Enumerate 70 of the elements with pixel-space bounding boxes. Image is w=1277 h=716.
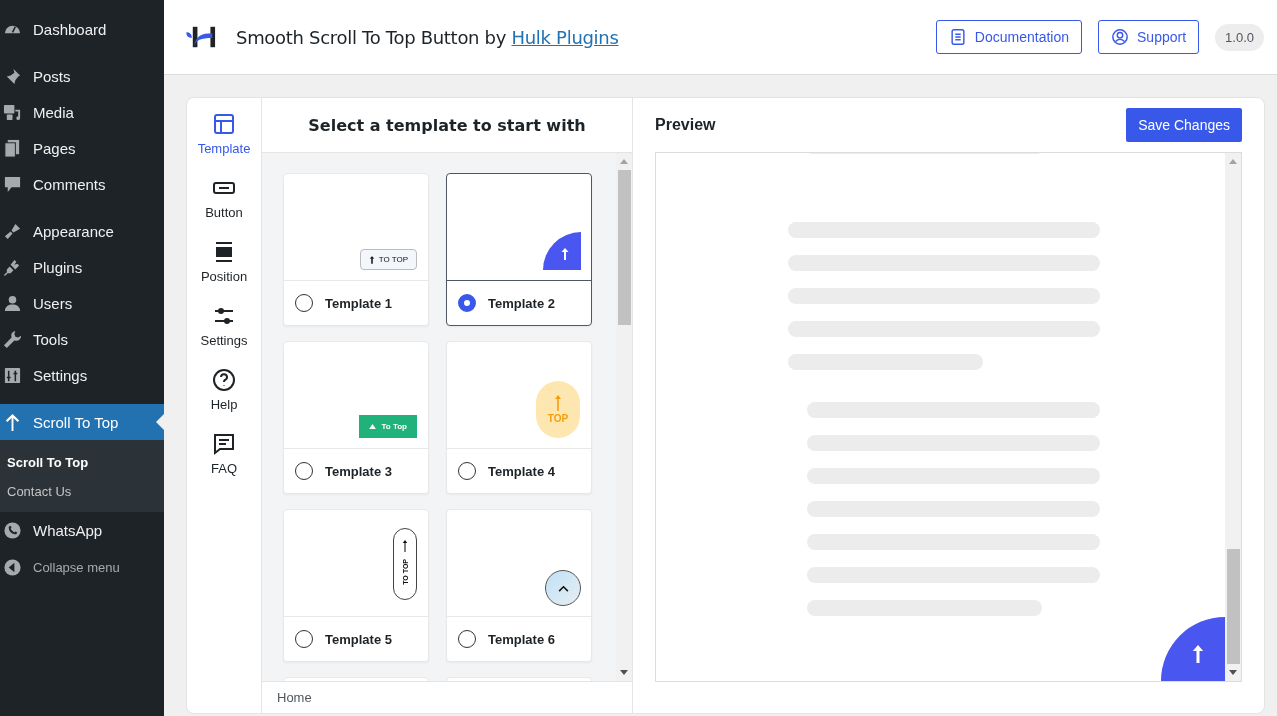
menu-item[interactable]: Scroll To Top xyxy=(0,404,164,440)
save-changes-button[interactable]: Save Changes xyxy=(1126,108,1242,142)
scrollbar[interactable] xyxy=(1225,153,1241,681)
menu-item[interactable]: Dashboard xyxy=(0,11,164,47)
arrow-up-icon xyxy=(402,539,408,553)
template-card[interactable]: Template 2 xyxy=(446,173,592,326)
nav-tab[interactable]: FAQ xyxy=(211,432,237,476)
comment-icon xyxy=(3,174,22,194)
template-card[interactable]: To Top Template 3 xyxy=(283,341,429,494)
template-label: Template 2 xyxy=(488,295,555,311)
to-top-button-sample: To Top xyxy=(358,415,417,438)
media-icon xyxy=(3,102,22,122)
template-card[interactable]: TOP Template 4 xyxy=(446,341,592,494)
document-icon xyxy=(948,28,967,46)
scrollbar[interactable] xyxy=(616,153,632,681)
arrow-up-icon xyxy=(561,248,569,260)
template-label: Template 1 xyxy=(325,295,392,311)
to-top-button-sample: TOP xyxy=(536,381,580,438)
menu-item[interactable]: Comments xyxy=(0,166,164,202)
menu-item[interactable]: Media xyxy=(0,94,164,130)
nav-tab[interactable]: Help xyxy=(210,368,238,412)
chevron-up-icon xyxy=(557,584,569,592)
sliders-icon xyxy=(3,365,22,385)
section-heading: Select a template to start with xyxy=(308,115,586,135)
menu-item[interactable]: Pages xyxy=(0,130,164,166)
template-label: Template 6 xyxy=(488,631,555,647)
arrow-up-icon xyxy=(554,395,562,411)
arrow-up-icon xyxy=(368,255,375,264)
menu-item[interactable]: Appearance xyxy=(0,213,164,249)
collapse-icon xyxy=(3,557,22,577)
radio-button[interactable] xyxy=(458,294,476,312)
wrench-icon xyxy=(3,329,22,349)
user-circle-icon xyxy=(1111,28,1130,46)
template-card[interactable]: Template 6 xyxy=(446,509,592,662)
triangle-up-icon xyxy=(368,424,376,429)
plugin-title: Smooth Scroll To Top Button by Hulk Plugins xyxy=(236,26,619,48)
nav-tab[interactable]: Template xyxy=(197,112,251,156)
menu-item[interactable]: WhatsApp xyxy=(0,512,164,548)
nav-icon xyxy=(212,112,236,136)
nav-tab[interactable]: Button xyxy=(205,176,243,220)
submenu-item[interactable]: Scroll To Top xyxy=(0,448,164,477)
submenu-item[interactable]: Contact Us xyxy=(0,477,164,506)
chat-icon xyxy=(3,520,22,540)
menu-item[interactable]: Plugins xyxy=(0,249,164,285)
nav-tab[interactable]: Position xyxy=(200,240,248,284)
user-icon xyxy=(3,293,22,313)
to-top-button-sample: TO TOP xyxy=(359,249,417,270)
version-badge: 1.0.0 xyxy=(1215,23,1264,51)
collapse-menu-button[interactable]: Collapse menu xyxy=(0,549,164,585)
brush-icon xyxy=(3,221,22,241)
template-label: Template 5 xyxy=(325,631,392,647)
plug-icon xyxy=(3,257,22,277)
menu-item[interactable]: Users xyxy=(0,285,164,321)
hulk-plugins-link[interactable]: Hulk Plugins xyxy=(511,26,619,48)
header-button[interactable]: Documentation xyxy=(935,20,1083,54)
template-card[interactable]: TO TOP Template 1 xyxy=(283,173,429,326)
menu-item[interactable]: Tools xyxy=(0,321,164,357)
nav-icon xyxy=(212,432,236,456)
arrow-icon xyxy=(3,412,22,432)
header-button[interactable]: Support xyxy=(1098,20,1200,54)
template-label: Template 4 xyxy=(488,463,555,479)
nav-tab[interactable]: Settings xyxy=(200,304,248,348)
template-label: Template 3 xyxy=(325,463,392,479)
menu-item[interactable]: Settings xyxy=(0,357,164,393)
preview-title: Preview xyxy=(655,116,716,134)
breadcrumb[interactable]: Home xyxy=(277,690,312,705)
menu-item[interactable]: Posts xyxy=(0,58,164,94)
pages-icon xyxy=(3,138,22,158)
nav-icon xyxy=(212,368,236,392)
arrow-up-icon xyxy=(1192,645,1204,663)
